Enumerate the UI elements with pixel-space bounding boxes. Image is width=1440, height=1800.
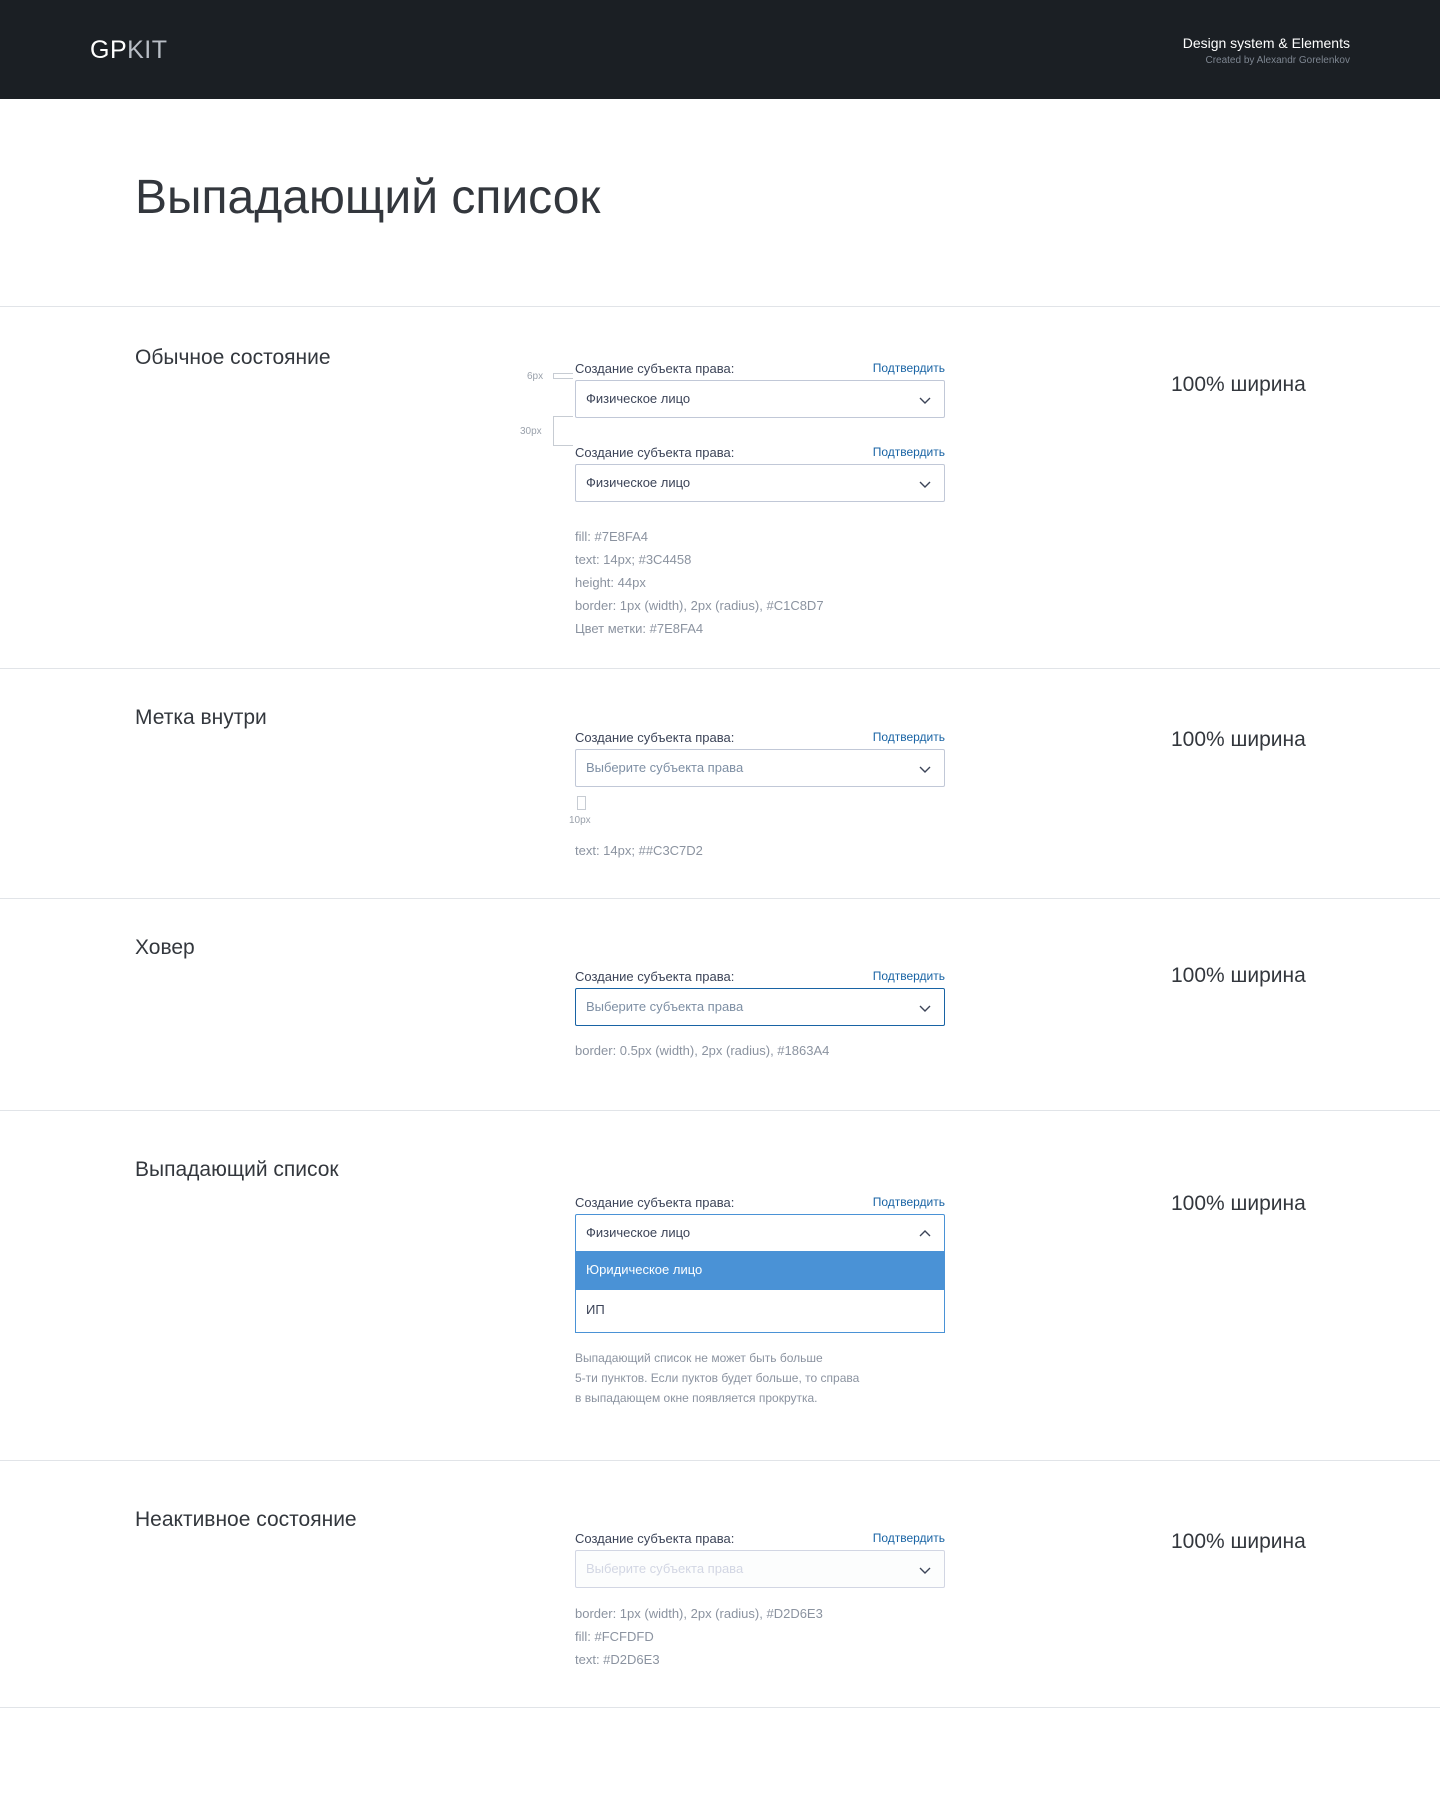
confirm-link[interactable]: Подтвердить	[873, 969, 945, 983]
spec-line: Цвет метки: #7E8FA4	[575, 621, 704, 636]
spec-line: border: 1px (width), 2px (radius), #C1C8…	[575, 598, 824, 613]
option-label: Юридическое лицо	[586, 1262, 703, 1277]
spec-notes-dropdown: Выпадающий список не может быть больше 5…	[575, 1348, 859, 1408]
logo-light: KIT	[127, 36, 168, 64]
section-title-disabled: Неактивное состояние	[135, 1508, 357, 1531]
divider	[0, 1110, 1440, 1111]
confirm-link[interactable]: Подтвердить	[873, 1195, 945, 1209]
chevron-down-icon	[919, 1567, 931, 1574]
dropdown-option[interactable]: Юридическое лицо	[576, 1252, 944, 1290]
field-label-text: Создание субъекта права:	[575, 1531, 735, 1546]
chevron-down-icon	[919, 766, 931, 773]
section-title-hover: Ховер	[135, 936, 195, 959]
dimension-label-gap: 6px	[527, 371, 544, 382]
field-label-text: Создание субъекта права:	[575, 1195, 735, 1210]
spec-line: 5-ти пунктов. Если пуктов будет больше, …	[575, 1371, 860, 1385]
logo[interactable]: GPKIT	[90, 36, 168, 65]
field-label-text: Создание субъекта права:	[575, 730, 735, 745]
select-placeholder: Выберите субъекта права	[586, 760, 744, 775]
divider	[0, 1707, 1440, 1708]
dimension-bracket-6	[553, 373, 573, 379]
page-title: Выпадающий список	[135, 171, 601, 224]
spec-line: text: #D2D6E3	[575, 1652, 660, 1667]
select-value: Физическое лицо	[586, 391, 691, 406]
spec-notes-inside: text: 14px; ##C3C7D2	[575, 839, 703, 862]
section-title-inside: Метка внутри	[135, 706, 267, 729]
confirm-link[interactable]: Подтвердить	[873, 1531, 945, 1545]
spec-notes-hover: border: 0.5px (width), 2px (radius), #18…	[575, 1039, 829, 1062]
width-note: 100% ширина	[1171, 964, 1306, 987]
chevron-down-icon	[919, 397, 931, 404]
confirm-link[interactable]: Подтвердить	[873, 361, 945, 375]
dimension-marker	[577, 796, 586, 810]
header-subtitle: Created by Alexandr Gorelenkov	[1205, 55, 1350, 66]
spec-line: text: 14px; #3C4458	[575, 552, 692, 567]
select-placeholder: Выберите субъекта права	[586, 1561, 744, 1576]
field-label-text: Создание субъекта права:	[575, 361, 735, 376]
dropdown-select-disabled: Выберите субъекта права	[575, 1550, 945, 1588]
field-label: Создание субъекта права: Подтвердить	[575, 730, 945, 745]
spec-line: border: 0.5px (width), 2px (radius), #18…	[575, 1043, 830, 1058]
field-label: Создание субъекта права: Подтвердить	[575, 1531, 945, 1546]
chevron-down-icon	[919, 1005, 931, 1012]
spec-notes-normal: fill: #7E8FA4 text: 14px; #3C4458 height…	[575, 525, 824, 640]
dropdown-select-open[interactable]: Физическое лицо	[575, 1214, 945, 1252]
field-label: Создание субъекта права: Подтвердить	[575, 361, 945, 376]
divider	[0, 898, 1440, 899]
option-label: ИП	[586, 1302, 605, 1317]
section-title-normal: Обычное состояние	[135, 346, 331, 369]
dropdown-select[interactable]: Физическое лицо	[575, 464, 945, 502]
width-note: 100% ширина	[1171, 1192, 1306, 1215]
divider	[0, 668, 1440, 669]
field-label: Создание субъекта права: Подтвердить	[575, 969, 945, 984]
dropdown-select[interactable]: Выберите субъекта права	[575, 749, 945, 787]
dimension-field-gap: 30px	[520, 426, 542, 437]
spec-line: Выпадающий список не может быть больше	[575, 1351, 823, 1365]
section-title-dropdown: Выпадающий список	[135, 1158, 339, 1181]
dropdown-menu: Юридическое лицо ИП	[575, 1252, 945, 1333]
dimension-bracket-30	[553, 416, 573, 446]
logo-bold: GP	[90, 36, 128, 64]
spec-line: border: 1px (width), 2px (radius), #D2D6…	[575, 1606, 823, 1621]
chevron-up-icon	[919, 1230, 931, 1237]
width-note: 100% ширина	[1171, 728, 1306, 751]
field-label-text: Создание субъекта права:	[575, 445, 735, 460]
dropdown-select[interactable]: Физическое лицо	[575, 380, 945, 418]
spec-line: text: 14px; ##C3C7D2	[575, 843, 703, 858]
field-label-text: Создание субъекта права:	[575, 969, 735, 984]
spec-line: в выпадающем окне появляется прокрутка.	[575, 1391, 818, 1405]
confirm-link[interactable]: Подтвердить	[873, 730, 945, 744]
select-placeholder: Выберите субъекта права	[586, 999, 744, 1014]
divider	[0, 1460, 1440, 1461]
width-note: 100% ширина	[1171, 1530, 1306, 1553]
spec-line: height: 44px	[575, 575, 646, 590]
spec-line: fill: #7E8FA4	[575, 529, 648, 544]
dropdown-select-hover[interactable]: Выберите субъекта права	[575, 988, 945, 1026]
field-label: Создание субъекта права: Подтвердить	[575, 1195, 945, 1210]
spec-notes-disabled: border: 1px (width), 2px (radius), #D2D6…	[575, 1602, 823, 1671]
divider	[0, 306, 1440, 307]
header-title: Design system & Elements	[1182, 35, 1350, 51]
width-note: 100% ширина	[1171, 373, 1306, 396]
top-bar: GPKIT Design system & Elements Created b…	[0, 0, 1440, 99]
confirm-link[interactable]: Подтвердить	[873, 445, 945, 459]
spec-line: fill: #FCFDFD	[575, 1629, 654, 1644]
dropdown-option[interactable]: ИП	[576, 1292, 944, 1330]
select-value: Физическое лицо	[586, 475, 691, 490]
chevron-down-icon	[919, 481, 931, 488]
field-label: Создание субъекта права: Подтвердить	[575, 445, 945, 460]
dimension-padding: 10px	[569, 815, 591, 826]
select-value: Физическое лицо	[586, 1225, 691, 1240]
